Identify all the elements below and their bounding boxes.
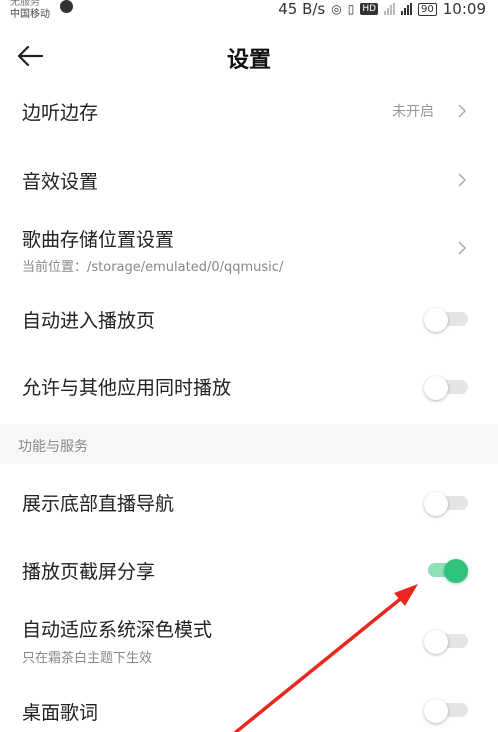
setting-label: 歌曲存储位置设置 bbox=[22, 229, 175, 251]
chevron-right-icon bbox=[458, 104, 467, 118]
chevron-right-icon bbox=[458, 173, 467, 187]
setting-label: 音效设置 bbox=[22, 171, 99, 193]
toggle-knob bbox=[424, 630, 448, 654]
desktop-lyrics-toggle[interactable] bbox=[424, 699, 468, 723]
carrier-line1: 无服务 bbox=[10, 0, 40, 8]
toggle-knob bbox=[424, 699, 448, 723]
toggle-knob bbox=[424, 308, 448, 332]
battery-indicator: 90 bbox=[418, 2, 437, 16]
header: 设置 bbox=[0, 22, 498, 90]
carrier-info: 无服务 中国移动 bbox=[10, 0, 50, 21]
toggle-knob bbox=[444, 559, 468, 583]
setting-storage-location[interactable]: 歌曲存储位置设置 当前位置：/storage/emulated/0/qqmusi… bbox=[0, 220, 498, 280]
dark-mode-toggle[interactable] bbox=[424, 630, 468, 654]
screenshot-share-toggle[interactable] bbox=[424, 559, 468, 583]
setting-label: 允许与其他应用同时播放 bbox=[22, 377, 232, 399]
setting-label: 自动适应系统深色模式 bbox=[22, 619, 213, 641]
setting-label: 边听边存 bbox=[22, 102, 99, 124]
auto-play-page-toggle[interactable] bbox=[424, 308, 468, 332]
network-speed: 45 B/s bbox=[278, 0, 326, 18]
setting-sound-effect[interactable]: 音效设置 bbox=[0, 158, 498, 202]
setting-bottom-live-nav: 展示底部直播导航 bbox=[0, 480, 498, 524]
signal-icon-sim2 bbox=[401, 3, 413, 15]
setting-dark-mode: 自动适应系统深色模式 只在霜茶白主题下生效 bbox=[0, 612, 498, 672]
signal-icon-sim1 bbox=[384, 3, 396, 15]
status-icons: 45 B/s ◎ ▯ HD 90 10:09 bbox=[278, 0, 486, 18]
nfc-icon: ◎ bbox=[331, 2, 342, 16]
setting-label: 展示底部直播导航 bbox=[22, 493, 175, 515]
section-title: 功能与服务 bbox=[18, 439, 88, 455]
globe-icon bbox=[60, 0, 73, 13]
setting-auto-play-page: 自动进入播放页 bbox=[0, 298, 498, 342]
setting-simultaneous-play: 允许与其他应用同时播放 bbox=[0, 364, 498, 408]
clock: 10:09 bbox=[442, 0, 486, 18]
toggle-knob bbox=[424, 376, 448, 400]
vibrate-icon: ▯ bbox=[347, 2, 355, 16]
status-bar: 无服务 中国移动 45 B/s ◎ ▯ HD 90 10:09 bbox=[0, 0, 498, 22]
page-title: 设置 bbox=[226, 48, 271, 73]
setting-desktop-lyrics: 桌面歌词 bbox=[0, 688, 498, 732]
carrier-line2: 中国移动 bbox=[10, 9, 50, 20]
simultaneous-play-toggle[interactable] bbox=[424, 376, 468, 400]
setting-label: 自动进入播放页 bbox=[22, 310, 156, 332]
toggle-knob bbox=[424, 492, 448, 516]
section-header: 功能与服务 bbox=[0, 424, 498, 464]
chevron-right-icon bbox=[458, 241, 467, 255]
setting-value: 未开启 bbox=[392, 104, 434, 120]
setting-sublabel: 当前位置：/storage/emulated/0/qqmusic/ bbox=[22, 260, 284, 275]
setting-label: 桌面歌词 bbox=[22, 702, 99, 724]
setting-listen-save[interactable]: 边听边存 未开启 bbox=[0, 90, 498, 134]
setting-sublabel: 只在霜茶白主题下生效 bbox=[22, 651, 153, 666]
hd-badge: HD bbox=[360, 3, 379, 15]
bottom-live-nav-toggle[interactable] bbox=[424, 492, 468, 516]
setting-label: 播放页截屏分享 bbox=[22, 561, 156, 583]
setting-screenshot-share: 播放页截屏分享 bbox=[0, 548, 498, 592]
